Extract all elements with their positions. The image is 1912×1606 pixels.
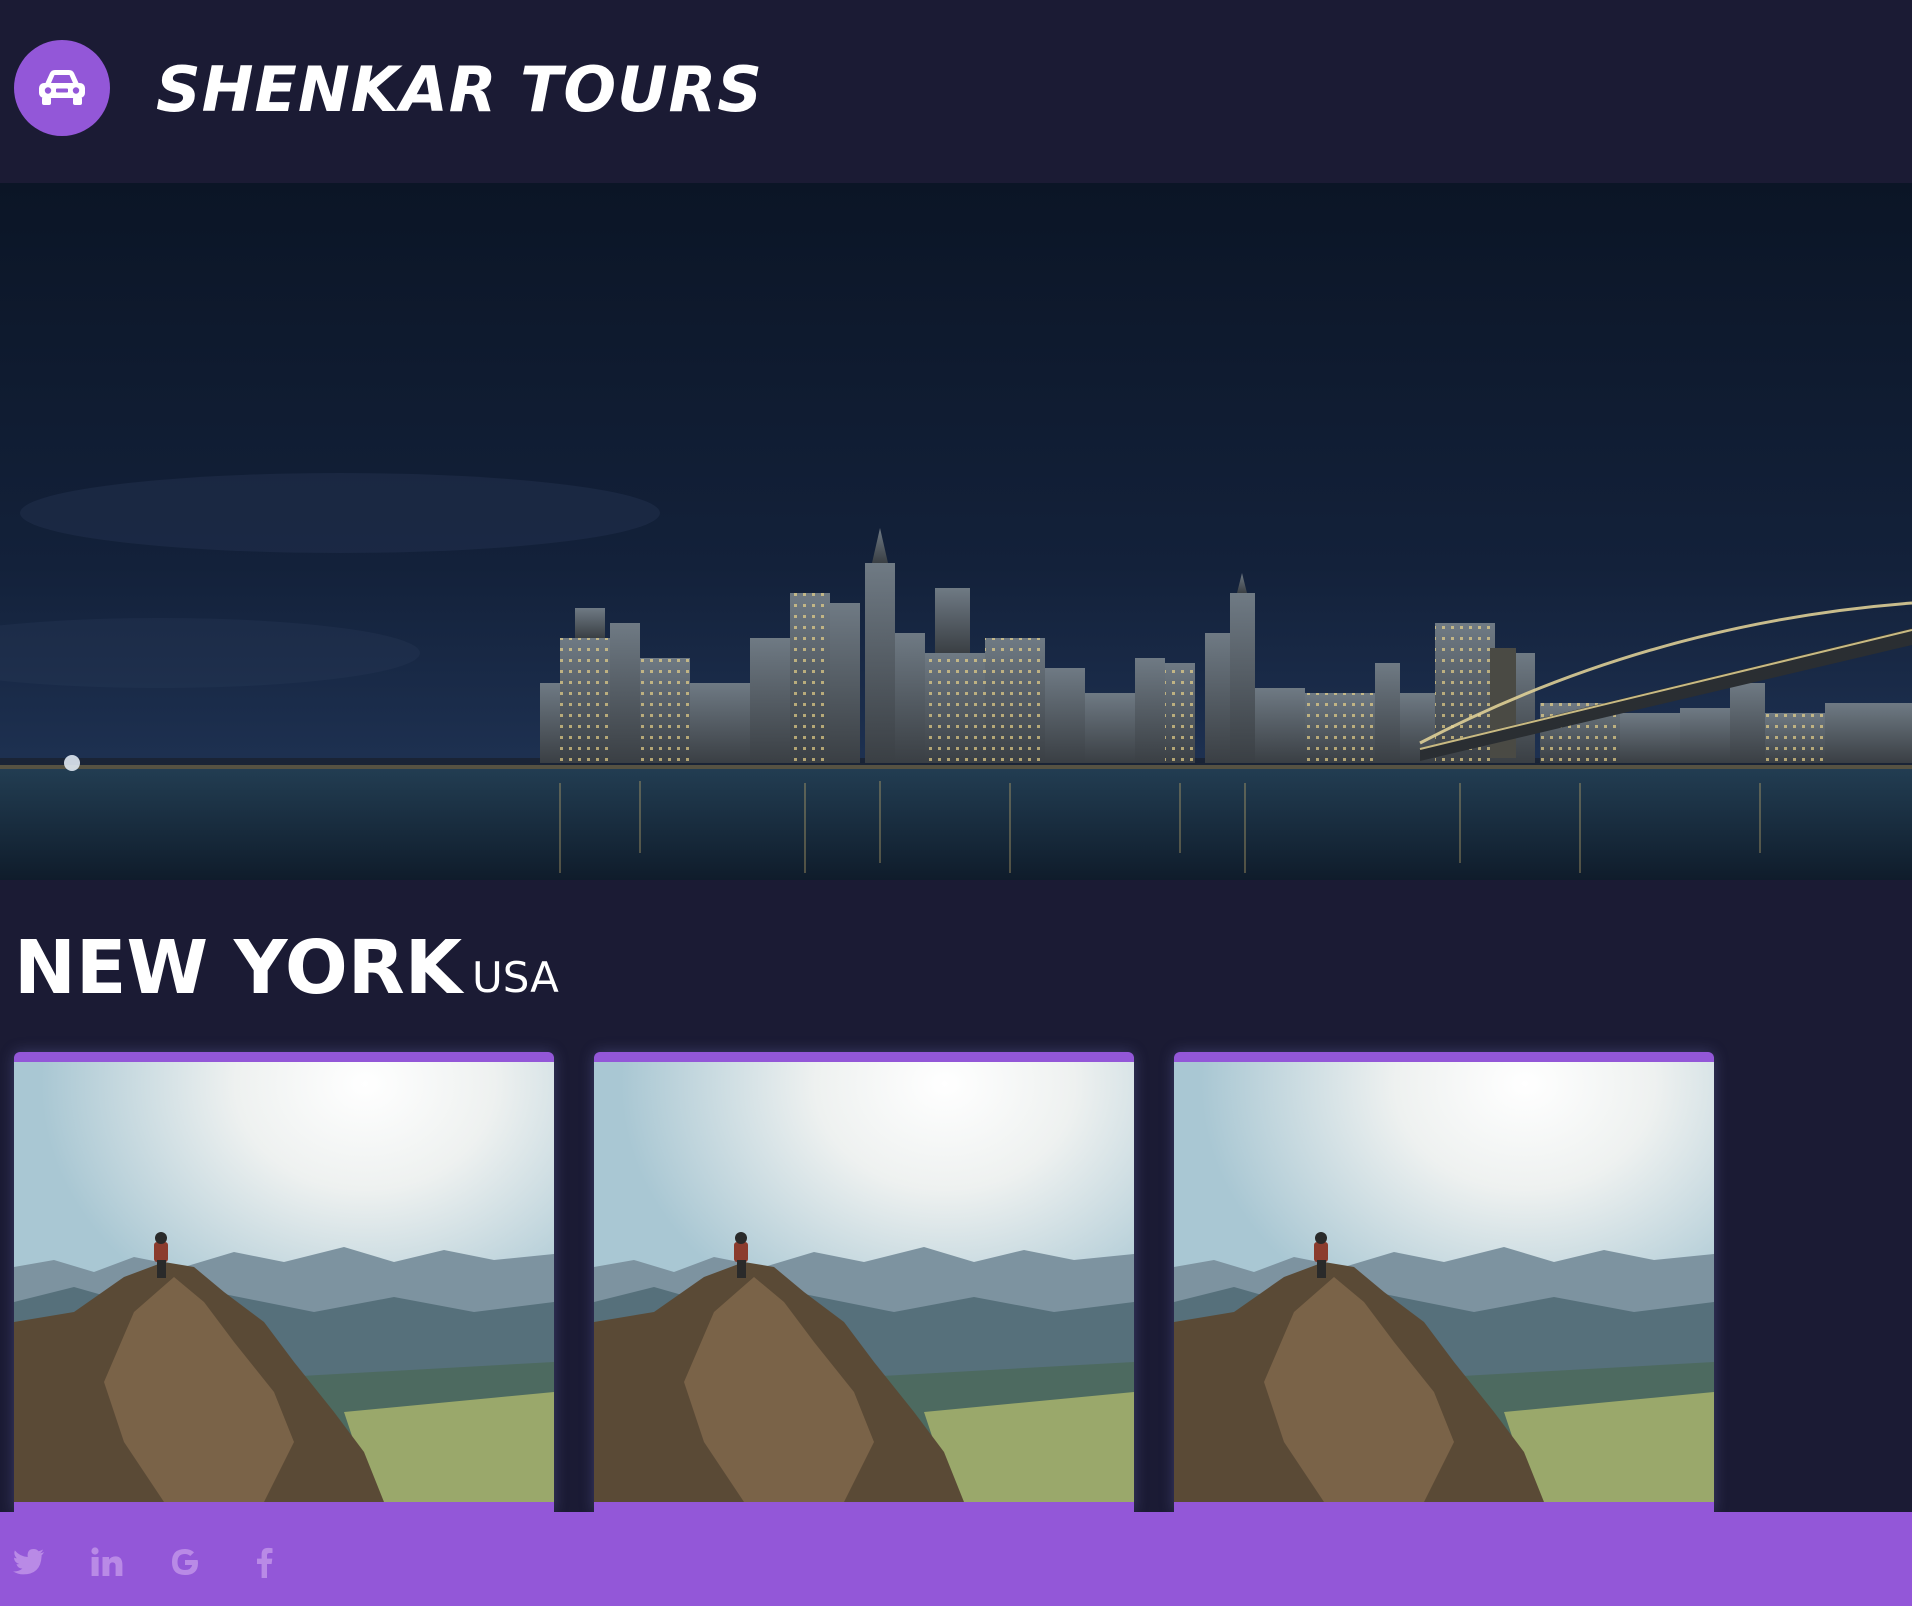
brand-title[interactable]: SHENKAR TOURS <box>156 48 763 132</box>
card-image <box>14 1062 554 1502</box>
site-footer <box>0 1512 1912 1606</box>
site-header: SHENKAR TOURS <box>0 0 1912 183</box>
google-icon[interactable] <box>165 1542 205 1582</box>
card-image <box>594 1062 1134 1502</box>
twitter-icon[interactable] <box>9 1542 49 1582</box>
tour-card[interactable] <box>1174 1052 1714 1512</box>
car-icon <box>39 70 85 105</box>
card-image <box>1174 1062 1714 1502</box>
destination-country: USA <box>472 953 559 1002</box>
destination-city: NEW YORK <box>14 925 463 1011</box>
hero-image <box>0 183 1912 880</box>
facebook-icon[interactable] <box>244 1542 284 1582</box>
linkedin-icon[interactable] <box>87 1542 127 1582</box>
logo-badge[interactable] <box>14 40 110 136</box>
tour-card[interactable] <box>594 1052 1134 1512</box>
tour-card[interactable] <box>14 1052 554 1512</box>
